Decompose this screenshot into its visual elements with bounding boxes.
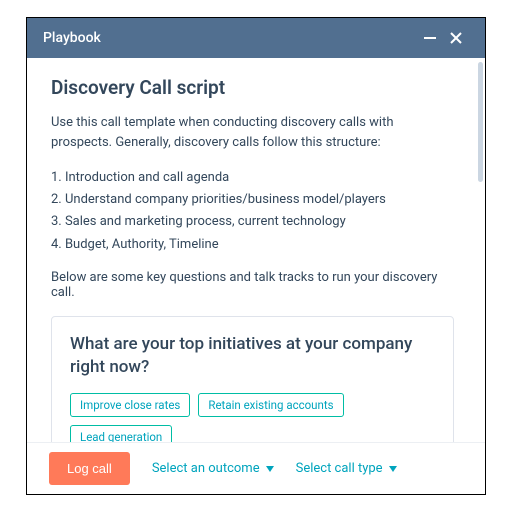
- caret-down-icon: [266, 466, 274, 472]
- question-card: What are your top initiatives at your co…: [51, 316, 454, 442]
- select-call-type-dropdown[interactable]: Select call type: [296, 461, 397, 476]
- footer: Log call Select an outcome Select call t…: [27, 442, 485, 494]
- panel-title: Playbook: [43, 30, 101, 46]
- step-item: 4. Budget, Authority, Timeline: [51, 234, 454, 256]
- scroll-thumb[interactable]: [478, 62, 483, 182]
- question-text: What are your top initiatives at your co…: [70, 333, 435, 379]
- step-item: 3. Sales and marketing process, current …: [51, 211, 454, 233]
- content-wrap: Discovery Call script Use this call temp…: [27, 58, 485, 442]
- step-list: 1. Introduction and call agenda 2. Under…: [51, 167, 454, 255]
- scrollbar[interactable]: [478, 58, 485, 442]
- chip-retain-accounts[interactable]: Retain existing accounts: [198, 393, 343, 417]
- page-title: Discovery Call script: [51, 76, 454, 99]
- playbook-panel: Playbook Discovery Call script Use this …: [26, 17, 486, 495]
- minimize-icon: [422, 30, 438, 46]
- select-outcome-dropdown[interactable]: Select an outcome: [152, 461, 274, 476]
- log-call-button[interactable]: Log call: [49, 452, 130, 485]
- step-item: 1. Introduction and call agenda: [51, 167, 454, 189]
- minimize-button[interactable]: [417, 25, 443, 51]
- chip-row: Improve close rates Retain existing acco…: [70, 393, 435, 442]
- caret-down-icon: [389, 466, 397, 472]
- close-icon: [448, 30, 464, 46]
- chip-improve-close-rates[interactable]: Improve close rates: [70, 393, 190, 417]
- below-text: Below are some key questions and talk tr…: [51, 270, 454, 300]
- select-call-type-label: Select call type: [296, 461, 383, 476]
- content-area: Discovery Call script Use this call temp…: [27, 58, 478, 442]
- chip-lead-generation[interactable]: Lead generation: [70, 425, 172, 442]
- step-item: 2. Understand company priorities/busines…: [51, 189, 454, 211]
- titlebar: Playbook: [27, 18, 485, 58]
- select-outcome-label: Select an outcome: [152, 461, 260, 476]
- close-button[interactable]: [443, 25, 469, 51]
- intro-text: Use this call template when conducting d…: [51, 113, 454, 153]
